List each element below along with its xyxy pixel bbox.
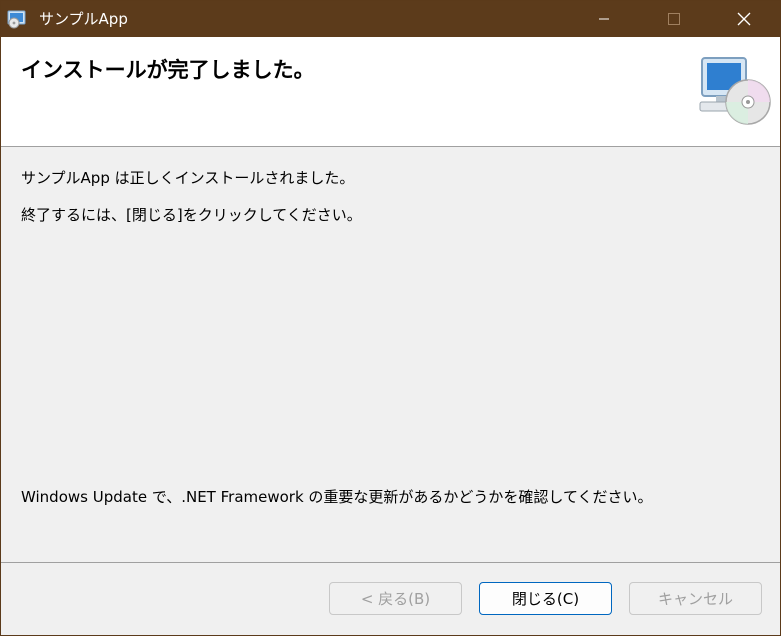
maximize-button[interactable]: [651, 1, 697, 37]
computer-cd-icon: [699, 57, 771, 125]
window-title: サンプルApp: [39, 10, 128, 28]
maximize-icon: [668, 13, 680, 25]
close-instruction-text: 終了するには、[閉じる]をクリックしてください。: [21, 206, 362, 224]
installer-window: サンプルApp インストールが完了しました。 サンプルApp は正しくインストー…: [0, 0, 781, 636]
back-button[interactable]: < 戻る(B): [329, 582, 462, 615]
install-success-text: サンプルApp は正しくインストールされました。: [21, 169, 355, 187]
windows-update-note: Windows Update で、.NET Framework の重要な更新があ…: [21, 488, 653, 506]
minimize-button[interactable]: [581, 1, 627, 37]
title-bar[interactable]: サンプルApp: [1, 1, 780, 37]
header-panel: インストールが完了しました。: [1, 37, 780, 147]
close-window-button[interactable]: [721, 1, 767, 37]
installer-cd-icon: [7, 10, 26, 29]
footer-divider: [1, 562, 780, 563]
minimize-icon: [599, 18, 609, 20]
cancel-button[interactable]: キャンセル: [629, 582, 762, 615]
page-title: インストールが完了しました。: [21, 58, 315, 82]
close-icon: [737, 12, 751, 26]
close-button[interactable]: 閉じる(C): [479, 582, 612, 615]
